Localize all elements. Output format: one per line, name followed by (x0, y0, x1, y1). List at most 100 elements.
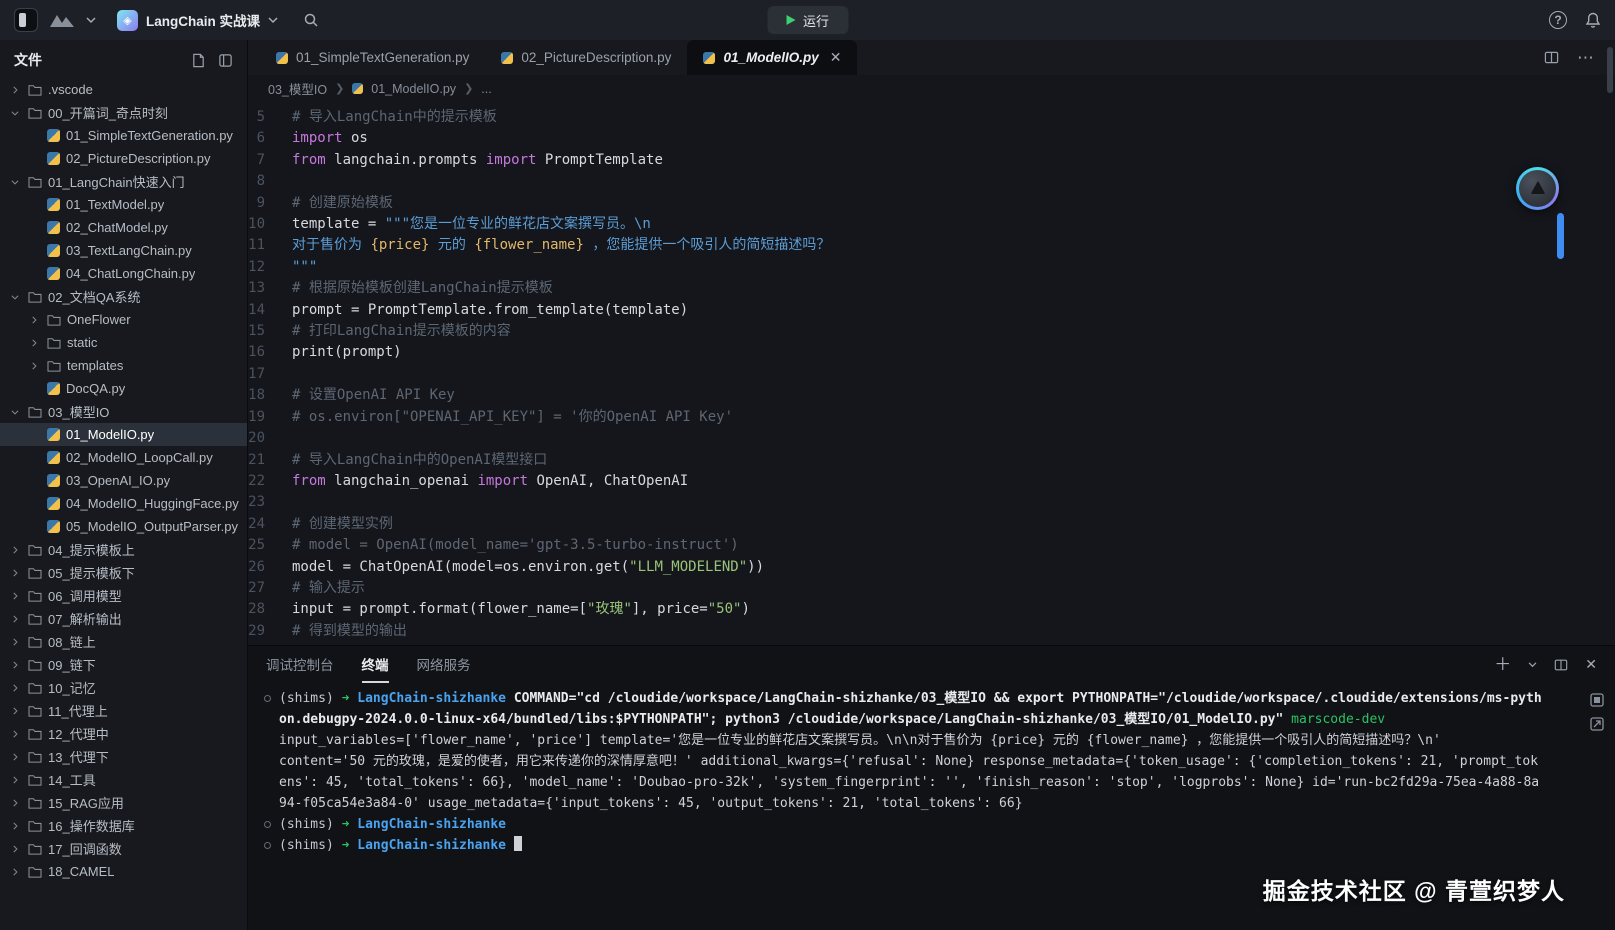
code-line: 6import os (248, 128, 1615, 149)
split-panel-icon[interactable] (1554, 658, 1568, 672)
window-scrollbar-thumb[interactable] (1607, 47, 1613, 93)
tree-folder-item[interactable]: OneFlower (0, 308, 247, 331)
chevron-icon (10, 177, 22, 187)
run-button[interactable]: 运行 (767, 6, 848, 34)
tree-folder-item[interactable]: 08_链上 (0, 630, 247, 653)
chevron-icon (10, 545, 22, 555)
tree-folder-item[interactable]: 14_工具 (0, 768, 247, 791)
tab-terminal[interactable]: 终端 (362, 646, 389, 683)
new-file-icon[interactable] (191, 53, 206, 68)
item-label: 17_回调函数 (48, 839, 122, 858)
tree-file-item[interactable]: 01_ModelIO.py (0, 423, 247, 446)
tree-folder-item[interactable]: .vscode (0, 78, 247, 101)
search-icon[interactable] (303, 12, 319, 28)
chevron-icon (10, 844, 22, 854)
tree-folder-item[interactable]: 01_LangChain快速入门 (0, 170, 247, 193)
tree-file-item[interactable]: 04_ChatLongChain.py (0, 262, 247, 285)
tree-folder-item[interactable]: 11_代理上 (0, 699, 247, 722)
chevron-icon (10, 683, 22, 693)
tree-folder-item[interactable]: 15_RAG应用 (0, 791, 247, 814)
item-label: 13_代理下 (48, 747, 109, 766)
more-actions-icon[interactable]: ⋯ (1577, 48, 1595, 68)
breadcrumb-more[interactable]: ... (481, 82, 491, 96)
item-label: 14_工具 (48, 770, 96, 789)
notifications-bell-icon[interactable] (1585, 12, 1601, 29)
python-icon (47, 474, 60, 487)
close-icon[interactable]: ✕ (830, 49, 842, 66)
tree-folder-item[interactable]: 17_回调函数 (0, 837, 247, 860)
breadcrumb-folder[interactable]: 03_模型IO (268, 79, 327, 98)
item-label: 01_ModelIO.py (66, 427, 154, 442)
close-panel-icon[interactable]: ✕ (1585, 656, 1597, 673)
terminal-line: (shims) ➜ LangChain-shizhanke COMMAND="c… (264, 688, 1545, 730)
maximize-terminal-icon[interactable] (1589, 692, 1605, 708)
tree-folder-item[interactable]: 12_代理中 (0, 722, 247, 745)
tree-folder-item[interactable]: 02_文档QA系统 (0, 285, 247, 308)
help-icon[interactable]: ? (1549, 11, 1567, 29)
breadcrumb[interactable]: 03_模型IO ❯ 01_ModelIO.py ❯ ... (248, 75, 1615, 102)
code-line: 16print(prompt) (248, 342, 1615, 363)
panel-header: 调试控制台 终端 网络服务 ＋ ✕ (248, 646, 1615, 683)
tree-file-item[interactable]: 03_TextLangChain.py (0, 239, 247, 262)
tree-file-item[interactable]: DocQA.py (0, 377, 247, 400)
code-line: 10template = """您是一位专业的鲜花店文案撰写员。\n (248, 214, 1615, 235)
app-logo-icon[interactable] (14, 8, 38, 32)
ai-assistant-button[interactable] (1516, 167, 1559, 210)
line-number: 17 (248, 364, 292, 385)
tree-file-item[interactable]: 02_ModelIO_LoopCall.py (0, 446, 247, 469)
editor-scrollbar-thumb[interactable] (1557, 213, 1564, 259)
project-name: LangChain 实战课 (146, 10, 260, 30)
command-decoration-icon (264, 842, 271, 849)
chevron-down-icon[interactable] (86, 17, 96, 24)
tab-debug-console[interactable]: 调试控制台 (266, 646, 334, 683)
tree-file-item[interactable]: 04_ModelIO_HuggingFace.py (0, 492, 247, 515)
terminal-side-actions (1589, 692, 1605, 732)
terminal-line: (shims) ➜ LangChain-shizhanke (264, 814, 1545, 835)
line-number: 7 (248, 150, 292, 171)
item-label: 02_ChatModel.py (66, 220, 168, 235)
chevron-icon (29, 361, 41, 371)
tree-file-item[interactable]: 03_OpenAI_IO.py (0, 469, 247, 492)
new-terminal-icon[interactable]: ＋ (1494, 656, 1511, 673)
tree-folder-item[interactable]: 16_操作数据库 (0, 814, 247, 837)
panel-actions: ＋ ✕ (1494, 656, 1597, 673)
tree-folder-item[interactable]: 04_提示模板上 (0, 538, 247, 561)
tree-file-item[interactable]: 02_PictureDescription.py (0, 147, 247, 170)
project-icon: ◈ (117, 10, 138, 31)
code-line: 12""" (248, 257, 1615, 278)
project-switcher[interactable]: ◈ LangChain 实战课 (117, 10, 278, 31)
tree-file-item[interactable]: 01_SimpleTextGeneration.py (0, 124, 247, 147)
editor-tab[interactable]: 01_SimpleTextGeneration.py (260, 40, 485, 75)
folder-icon (28, 751, 42, 763)
marscode-logo-icon[interactable] (49, 12, 75, 28)
editor-tab[interactable]: 02_PictureDescription.py (485, 40, 687, 75)
collapse-all-icon[interactable] (218, 53, 233, 68)
code-editor[interactable]: 5# 导入LangChain中的提示模板6import os7from lang… (248, 102, 1615, 645)
tree-folder-item[interactable]: 05_提示模板下 (0, 561, 247, 584)
tree-folder-item[interactable]: 07_解析输出 (0, 607, 247, 630)
tree-folder-item[interactable]: 10_记忆 (0, 676, 247, 699)
tree-folder-item[interactable]: 00_开篇词_奇点时刻 (0, 101, 247, 124)
tree-folder-item[interactable]: 18_CAMEL (0, 860, 247, 883)
tree-folder-item[interactable]: static (0, 331, 247, 354)
folder-icon (28, 590, 42, 602)
tree-file-item[interactable]: 01_TextModel.py (0, 193, 247, 216)
tree-folder-item[interactable]: 03_模型IO (0, 400, 247, 423)
tree-folder-item[interactable]: 09_链下 (0, 653, 247, 676)
tree-folder-item[interactable]: templates (0, 354, 247, 377)
tree-file-item[interactable]: 05_ModelIO_OutputParser.py (0, 515, 247, 538)
chevron-icon (10, 614, 22, 624)
breadcrumb-file[interactable]: 01_ModelIO.py (371, 82, 456, 96)
python-icon (47, 267, 60, 280)
open-in-editor-icon[interactable] (1589, 716, 1605, 732)
tree-folder-item[interactable]: 06_调用模型 (0, 584, 247, 607)
chevron-icon (10, 108, 22, 118)
split-editor-icon[interactable] (1544, 50, 1559, 65)
item-label: templates (67, 358, 123, 373)
editor-tab[interactable]: 01_ModelIO.py✕ (687, 40, 857, 75)
tree-folder-item[interactable]: 13_代理下 (0, 745, 247, 768)
chevron-icon (10, 637, 22, 647)
chevron-down-icon[interactable] (1528, 662, 1537, 668)
tab-network-service[interactable]: 网络服务 (417, 646, 471, 683)
tree-file-item[interactable]: 02_ChatModel.py (0, 216, 247, 239)
